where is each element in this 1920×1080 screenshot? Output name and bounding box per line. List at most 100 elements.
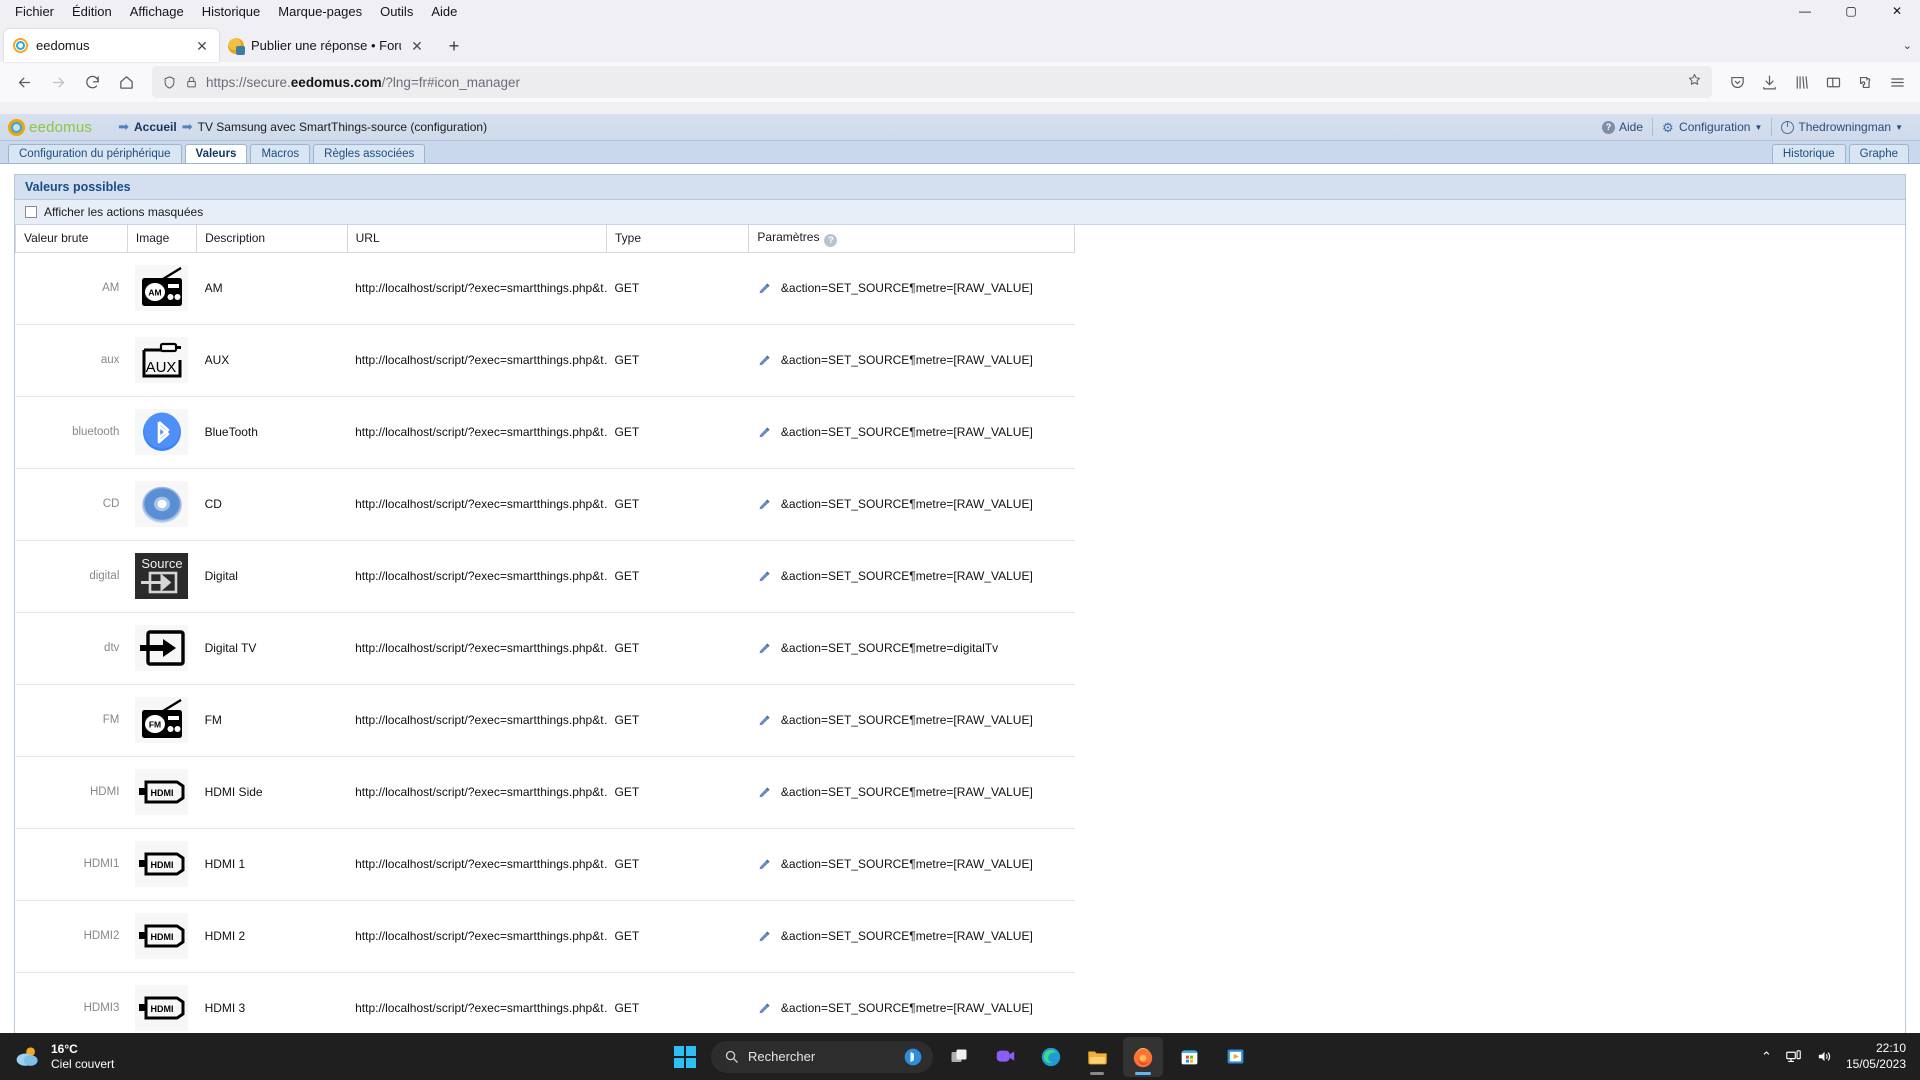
cell-parametres: &action=SET_SOURCE¶metre=[RAW_VALUE] <box>748 684 1075 757</box>
extensions-icon[interactable] <box>1850 66 1880 98</box>
taskbar-app-media-player[interactable] <box>1215 1037 1255 1077</box>
cell-image[interactable]: FM <box>127 684 197 757</box>
edit-pencil-icon[interactable] <box>757 353 772 368</box>
edit-pencil-icon[interactable] <box>757 497 772 512</box>
menu-fichier[interactable]: Fichier <box>6 2 63 21</box>
edit-pencil-icon[interactable] <box>757 785 772 800</box>
tab-configuration-du-peripherique[interactable]: Configuration du périphérique <box>8 144 182 163</box>
home-button[interactable] <box>110 66 142 98</box>
cell-image[interactable]: AM <box>127 252 197 325</box>
browser-tab-forum[interactable]: Publier une réponse • Forum ee ✕ <box>219 29 434 62</box>
menu-affichage[interactable]: Affichage <box>121 2 193 21</box>
table-row[interactable]: bluetooth BlueTooth http://localhost/scri… <box>15 396 1075 469</box>
cell-image[interactable]: HDMI <box>127 756 197 829</box>
weather-widget[interactable]: 16°C Ciel couvert <box>0 1042 114 1072</box>
table-row[interactable]: HDMI1 HDMI HDMI 1 http://localhost/script… <box>15 828 1075 901</box>
edit-pencil-icon[interactable] <box>757 1001 772 1016</box>
table-row[interactable]: aux AUX AUX http://localhost/script/?exec… <box>15 324 1075 397</box>
minimize-button[interactable]: — <box>1782 0 1828 22</box>
menu-aide[interactable]: Aide <box>422 2 466 21</box>
edit-pencil-icon[interactable] <box>757 281 772 296</box>
list-all-tabs-icon[interactable]: ⌄ <box>1903 39 1912 52</box>
menu-outils[interactable]: Outils <box>371 2 422 21</box>
table-row[interactable]: HDMI2 HDMI HDMI 2 http://localhost/script… <box>15 900 1075 973</box>
cell-image[interactable]: HDMI <box>127 828 197 901</box>
tab-graphe[interactable]: Graphe <box>1848 144 1909 163</box>
table-row[interactable]: HDMI HDMI HDMI Side http://localhost/scri… <box>15 756 1075 829</box>
bing-chat-icon[interactable] <box>903 1047 923 1067</box>
user-menu[interactable]: Thedrowningman ▼ <box>1771 118 1912 136</box>
pocket-icon[interactable] <box>1722 66 1752 98</box>
taskbar-app-edge[interactable] <box>1031 1037 1071 1077</box>
app-tabs-right: Historique Graphe <box>1771 144 1912 163</box>
cell-image[interactable]: AUX <box>127 324 197 397</box>
downloads-icon[interactable] <box>1754 66 1784 98</box>
start-button[interactable] <box>665 1037 705 1077</box>
table-row[interactable]: CD CD http://localhost/script/?exec=smart… <box>15 468 1075 541</box>
tab-historique[interactable]: Historique <box>1771 144 1846 163</box>
close-tab-icon[interactable]: ✕ <box>408 39 426 53</box>
close-tab-icon[interactable]: ✕ <box>193 39 211 53</box>
edit-pencil-icon[interactable] <box>757 857 772 872</box>
tab-regles-associees[interactable]: Règles associées <box>313 144 426 163</box>
cell-image[interactable] <box>127 612 197 685</box>
taskbar-app-teams[interactable] <box>985 1037 1025 1077</box>
lock-icon[interactable] <box>185 75 198 89</box>
maximize-button[interactable]: ▢ <box>1828 0 1874 22</box>
network-icon[interactable] <box>1784 1048 1803 1065</box>
new-tab-button[interactable]: + <box>438 30 470 62</box>
breadcrumb-home[interactable]: Accueil <box>134 120 177 134</box>
table-row[interactable]: dtv Digital TV http://localhost/script/?e… <box>15 612 1075 685</box>
forward-button[interactable] <box>42 66 74 98</box>
library-icon[interactable] <box>1786 66 1816 98</box>
show-hidden-actions-checkbox[interactable] <box>25 206 37 218</box>
edit-pencil-icon[interactable] <box>757 713 772 728</box>
help-icon[interactable]: ? <box>824 233 838 247</box>
panel-wrapper: Valeurs possibles Afficher les actions m… <box>0 164 1920 1034</box>
fm-radio-icon: FM <box>135 697 189 743</box>
search-box[interactable]: Rechercher <box>711 1040 933 1073</box>
menu-icon[interactable] <box>1882 66 1912 98</box>
table-row[interactable]: digital Source Digital http://localhost/s… <box>15 540 1075 613</box>
taskbar-app-firefox[interactable] <box>1123 1036 1163 1077</box>
shield-icon[interactable] <box>162 75 177 90</box>
taskbar-app-file-explorer[interactable] <box>1077 1037 1117 1077</box>
menu-edition[interactable]: Édition <box>63 2 121 21</box>
table-row[interactable]: AM AM AM http://localhost/script/?exec=sm… <box>15 252 1075 325</box>
bookmark-star-icon[interactable] <box>1687 72 1702 92</box>
configuration-menu[interactable]: ⚙ Configuration ▼ <box>1652 118 1771 136</box>
help-menu[interactable]: ? Aide <box>1593 118 1652 136</box>
menu-affichage-label: Affichage <box>129 3 184 19</box>
tab-valeurs[interactable]: Valeurs <box>184 144 248 163</box>
edit-pencil-icon[interactable] <box>757 569 772 584</box>
taskbar-app-microsoft-store[interactable] <box>1169 1037 1209 1077</box>
table-row[interactable]: HDMI3 HDMI HDMI 3 http://localhost/script… <box>15 972 1075 1034</box>
sidebar-icon[interactable] <box>1818 66 1848 98</box>
tray-expand-icon[interactable]: ⌃ <box>1761 1049 1772 1065</box>
back-button[interactable] <box>8 66 40 98</box>
table-row[interactable]: FM FM FM http://localhost/script/?exec=sm… <box>15 684 1075 757</box>
edit-pencil-icon[interactable] <box>757 425 772 440</box>
reload-button[interactable] <box>76 66 108 98</box>
menu-historique[interactable]: Historique <box>193 2 270 21</box>
cd-disc-icon <box>135 481 189 527</box>
cell-image[interactable] <box>127 396 197 469</box>
clock[interactable]: 22:10 15/05/2023 <box>1846 1041 1906 1072</box>
volume-icon[interactable] <box>1815 1048 1834 1065</box>
menu-marque-pages[interactable]: Marque-pages <box>269 2 371 21</box>
svg-text:HDMI: HDMI <box>150 1004 173 1014</box>
cell-image[interactable] <box>127 468 197 541</box>
cell-description: HDMI Side <box>196 756 348 829</box>
cell-image[interactable]: Source <box>127 540 197 613</box>
edit-pencil-icon[interactable] <box>757 641 772 656</box>
taskbar-app-task-view[interactable] <box>939 1037 979 1077</box>
url-bar[interactable]: https://secure.eedomus.com/?lng=fr#icon_… <box>152 66 1712 98</box>
browser-tab-title: eedomus <box>36 38 90 53</box>
edit-pencil-icon[interactable] <box>757 929 772 944</box>
close-window-button[interactable]: ✕ <box>1874 0 1920 22</box>
eedomus-logo[interactable]: eedomus <box>8 118 92 136</box>
browser-tab-eedomus[interactable]: eedomus ✕ <box>4 29 219 62</box>
tab-macros[interactable]: Macros <box>250 144 311 163</box>
cell-image[interactable]: HDMI <box>127 972 197 1034</box>
cell-image[interactable]: HDMI <box>127 900 197 973</box>
